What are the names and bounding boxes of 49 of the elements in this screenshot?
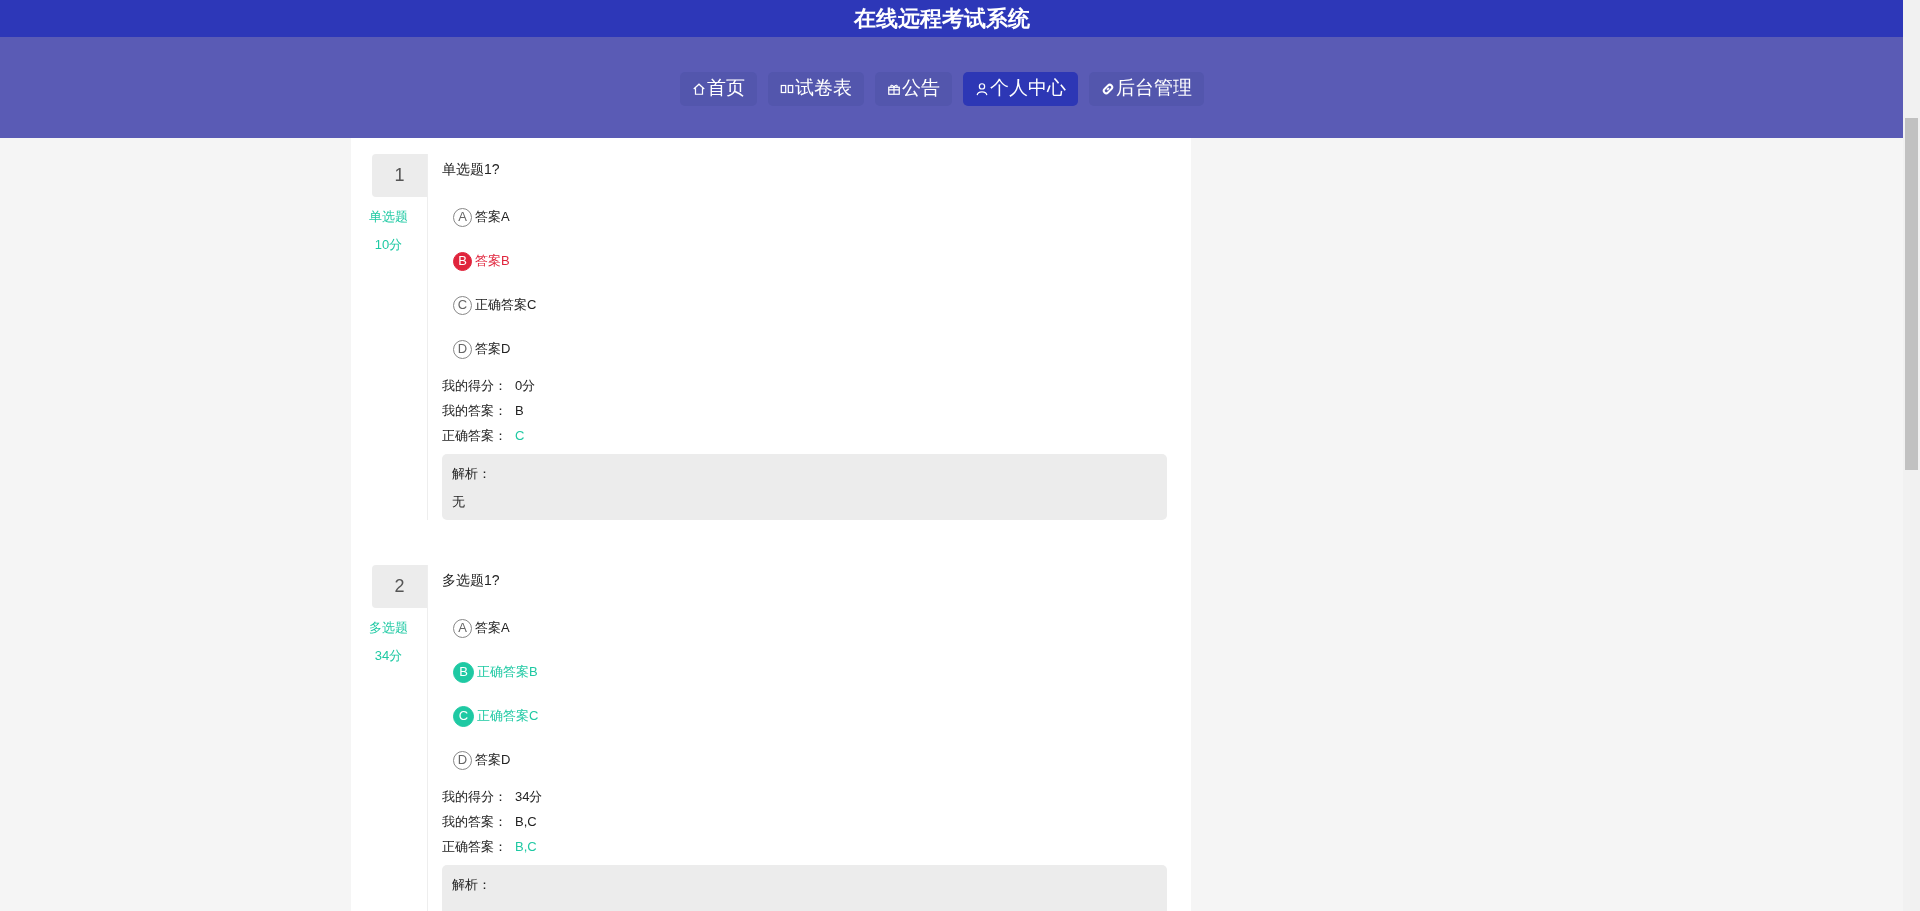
question-text: 多选题1? — [442, 571, 501, 590]
analysis-label: 解析： — [452, 465, 492, 482]
nav-tab[interactable]: 个人中心 — [962, 71, 1078, 106]
option-letter: A — [453, 207, 472, 227]
analysis-text: 无 — [452, 493, 466, 510]
user-icon — [974, 81, 989, 96]
option-letter: B — [453, 661, 474, 683]
link-icon — [1100, 81, 1115, 96]
analysis-label: 解析： — [452, 876, 492, 893]
option-text: 答案A — [475, 208, 510, 227]
option-letter: C — [453, 295, 472, 315]
question-points: 10分 — [373, 235, 404, 254]
result-value: B — [515, 401, 524, 420]
result-value: B,C — [515, 812, 537, 831]
result-label: 我的得分： — [442, 376, 508, 395]
result-value: 34分 — [515, 787, 543, 806]
result-value: C — [515, 426, 525, 445]
result-value: B,C — [515, 837, 537, 856]
result-label: 我的答案： — [442, 812, 508, 831]
result-value: 0分 — [515, 376, 536, 395]
question-points: 34分 — [373, 646, 404, 665]
result-label: 正确答案： — [442, 837, 508, 856]
option-text: 答案B — [475, 252, 510, 271]
option-letter: C — [453, 705, 474, 727]
scrollbar[interactable] — [1903, 0, 1920, 911]
result-label: 正确答案： — [442, 426, 508, 445]
option-text: 答案D — [475, 751, 511, 770]
question-text: 单选题1? — [442, 160, 501, 179]
question-type: 单选题 — [368, 208, 409, 226]
nav-tab[interactable]: 公告 — [874, 71, 952, 106]
option-letter: A — [453, 618, 472, 638]
question-type: 多选题 — [368, 619, 409, 637]
option-letter: D — [453, 339, 472, 359]
site-title: 在线远程考试系统 — [853, 5, 1030, 33]
question-number: 1 — [372, 154, 427, 197]
nav-tab[interactable]: 试卷表 — [767, 71, 864, 106]
result-label: 我的答案： — [442, 401, 508, 420]
option-text: 正确答案C — [475, 296, 537, 315]
option-text: 答案A — [475, 619, 510, 638]
option-text: 正确答案B — [477, 663, 538, 682]
home-icon — [691, 81, 706, 96]
question-number: 2 — [372, 565, 427, 608]
option-letter: B — [453, 251, 472, 271]
result-label: 我的得分： — [442, 787, 508, 806]
option-text: 正确答案C — [477, 707, 539, 726]
nav-tab[interactable]: 首页 — [679, 71, 757, 106]
option-text: 答案D — [475, 340, 511, 359]
nav-tab[interactable]: 后台管理 — [1088, 71, 1204, 106]
option-letter: D — [453, 750, 472, 770]
